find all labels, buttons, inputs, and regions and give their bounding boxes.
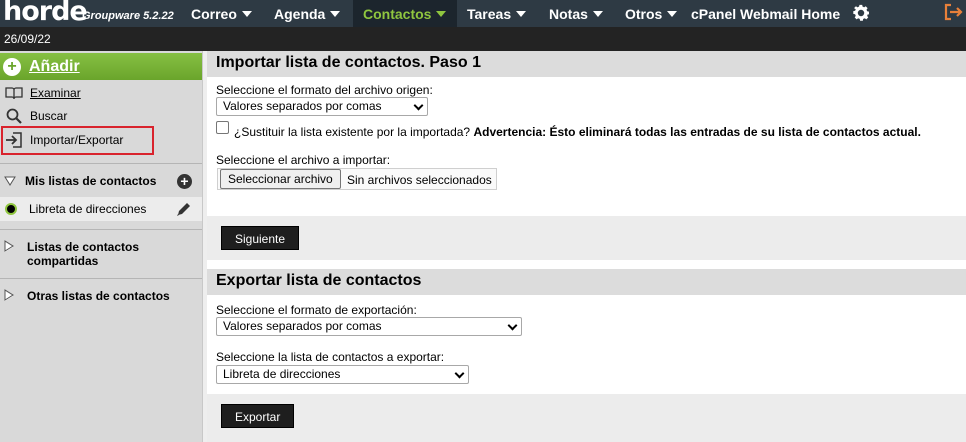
sidebar-item-buscar[interactable]: Buscar [0, 105, 202, 127]
divider [0, 229, 202, 230]
nav-contactos[interactable]: Contactos [353, 0, 457, 27]
sidebar-item-label: Examinar [30, 86, 81, 100]
divider [0, 163, 202, 164]
next-button[interactable]: Siguiente [221, 226, 300, 250]
expand-triangle-icon [4, 289, 14, 301]
shared-contact-lists-header[interactable]: Listas de contactos compartidas [0, 240, 150, 268]
expand-triangle-icon [4, 240, 14, 252]
section-title: Listas de contactos compartidas [27, 240, 140, 268]
nav-notas-label: Notas [549, 5, 588, 22]
book-icon [4, 84, 24, 102]
chevron-down-icon [413, 100, 424, 111]
chevron-down-icon [436, 10, 447, 17]
add-contact-button[interactable]: + Añadir [0, 53, 202, 80]
nav-correo-label: Correo [191, 5, 237, 22]
horde-logo[interactable]: horde [3, 0, 88, 27]
replace-question: ¿Sustituir la lista existente por la imp… [234, 125, 471, 139]
logout-icon[interactable] [943, 2, 963, 22]
my-contact-lists-header[interactable]: Mis listas de contactos [0, 174, 202, 188]
nav-otros-label: Otros [625, 5, 663, 22]
current-date: 26/09/22 [4, 32, 51, 46]
edit-pencil-icon[interactable] [175, 200, 193, 218]
divider [0, 278, 202, 279]
export-list-label: Seleccione la lista de contactos a expor… [216, 350, 445, 364]
chevron-down-icon [330, 10, 341, 17]
nav-agenda-label: Agenda [274, 5, 326, 22]
select-value: Valores separados por comas [223, 99, 382, 113]
nav-cpanel-label: cPanel Webmail Home [691, 5, 841, 22]
sidebar: + Añadir Examinar Buscar Importar/Export… [0, 51, 202, 442]
select-value: Libreta de direcciones [223, 367, 341, 381]
export-button-bar: Exportar [207, 394, 966, 442]
import-section-title: Importar lista de contactos. Paso 1 [207, 51, 966, 77]
chevron-down-icon [507, 320, 518, 331]
highlight-box [1, 126, 154, 155]
list-item[interactable]: Libreta de direcciones [0, 197, 202, 221]
nav-agenda[interactable]: Agenda [264, 0, 350, 27]
nav-correo[interactable]: Correo [181, 0, 262, 27]
nav-tareas[interactable]: Tareas [457, 0, 536, 27]
collapse-triangle-icon [4, 176, 16, 186]
main-content: Importar lista de contactos. Paso 1 Sele… [207, 51, 966, 442]
nav-otros[interactable]: Otros [615, 0, 687, 27]
nav-contactos-label: Contactos [363, 5, 432, 22]
section-title: Mis listas de contactos [25, 174, 157, 188]
replace-warning: Advertencia: Ésto eliminará todas las en… [473, 125, 921, 139]
export-button[interactable]: Exportar [221, 404, 295, 428]
export-section-title: Exportar lista de contactos [207, 269, 966, 295]
search-icon [4, 107, 24, 125]
select-value: Valores separados por comas [223, 319, 382, 333]
export-format-select[interactable]: Valores separados por comas [216, 317, 522, 336]
other-contact-lists-header[interactable]: Otras listas de contactos [0, 289, 202, 303]
selected-radio-icon [5, 203, 17, 215]
replace-list-text: ¿Sustituir la lista existente por la imp… [234, 125, 921, 139]
import-file-label: Seleccione el archivo a importar: [216, 153, 391, 167]
sidebar-item-examinar[interactable]: Examinar [0, 82, 202, 104]
date-bar: 26/09/22 [0, 27, 966, 51]
chevron-down-icon [516, 10, 527, 17]
export-list-select[interactable]: Libreta de direcciones [216, 365, 469, 384]
add-button-label: Añadir [29, 57, 80, 75]
import-format-label: Seleccione el formato del archivo origen… [216, 83, 433, 97]
chevron-down-icon [241, 10, 252, 17]
sidebar-item-label: Buscar [30, 109, 68, 123]
replace-list-checkbox[interactable] [216, 121, 229, 134]
version-label: Groupware 5.2.22 [82, 10, 174, 22]
plus-icon: + [3, 57, 21, 76]
chevron-down-icon [592, 10, 603, 17]
top-navigation-bar: horde Groupware 5.2.22 Correo Agenda Con… [0, 0, 966, 27]
nav-tareas-label: Tareas [467, 5, 512, 22]
import-button-bar: Siguiente [207, 216, 966, 260]
file-status: Sin archivos seleccionados [347, 173, 492, 187]
list-item-label: Libreta de direcciones [29, 202, 147, 216]
export-format-label: Seleccione el formato de exportación: [216, 303, 417, 317]
nav-notas[interactable]: Notas [539, 0, 613, 27]
gear-icon[interactable] [849, 2, 873, 24]
section-title: Otras listas de contactos [27, 289, 170, 303]
import-format-select[interactable]: Valores separados por comas [216, 97, 428, 116]
chevron-down-icon [454, 368, 465, 379]
choose-file-button[interactable]: Seleccionar archivo [220, 169, 341, 189]
chevron-down-icon [667, 10, 678, 17]
add-list-icon[interactable]: + [177, 174, 192, 189]
nav-cpanel-home[interactable]: cPanel Webmail Home [681, 0, 850, 27]
